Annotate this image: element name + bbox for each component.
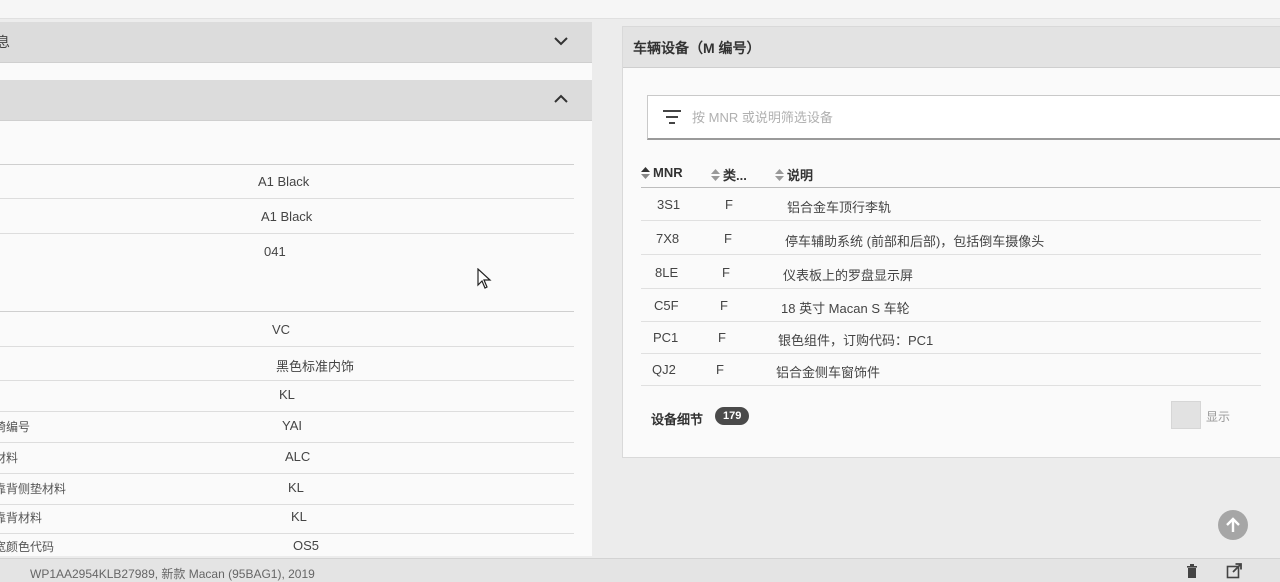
cell-type: F bbox=[720, 298, 728, 313]
filter-icon bbox=[663, 110, 681, 124]
row-label: 材料 bbox=[0, 451, 19, 465]
equipment-filter-input[interactable] bbox=[690, 104, 1254, 130]
mouse-cursor-icon bbox=[477, 268, 492, 289]
cell-mnr: 3S1 bbox=[657, 197, 681, 212]
table-row[interactable]: C5F F 18 英寸 Macan S 车轮 bbox=[641, 289, 1261, 322]
row-value: A1 Black bbox=[261, 209, 313, 224]
accordion-header-colors[interactable] bbox=[0, 80, 592, 121]
table-row[interactable]: 8LE F 仪表板上的罗盘显示屏 bbox=[641, 256, 1261, 289]
table-row: 材料 ALC bbox=[0, 439, 574, 474]
show-toggle[interactable] bbox=[1171, 401, 1201, 429]
table-row[interactable]: PC1 F 银色组件，订购代码：PC1 bbox=[641, 321, 1261, 354]
sort-icon bbox=[641, 166, 650, 179]
accordion-header-info[interactable]: 息 bbox=[0, 22, 592, 63]
cell-mnr: 8LE bbox=[655, 265, 679, 280]
row-label: 靠背侧垫材料 bbox=[0, 482, 67, 496]
vehicle-info-panel: 息 A1 Black A1 Black 041 VC 黑色标准内饰 KL 椅编号… bbox=[0, 22, 592, 556]
table-row: VC bbox=[0, 312, 574, 347]
table-row: A1 Black bbox=[0, 199, 574, 234]
cell-type: F bbox=[718, 330, 726, 345]
row-value: 黑色标准内饰 bbox=[276, 359, 355, 374]
external-link-icon[interactable] bbox=[1226, 563, 1242, 579]
table-row bbox=[0, 130, 574, 165]
column-header-desc[interactable]: 说明 bbox=[775, 165, 813, 184]
column-header-label: MNR bbox=[653, 165, 683, 180]
table-row: KL bbox=[0, 377, 574, 412]
table-row: 黑色标准内饰 bbox=[0, 346, 574, 381]
row-label: 椅编号 bbox=[0, 420, 31, 434]
sort-icon bbox=[775, 168, 784, 181]
scroll-to-top-button[interactable] bbox=[1218, 510, 1248, 540]
equipment-count-badge: 179 bbox=[715, 407, 750, 425]
row-value: KL bbox=[288, 480, 304, 495]
equipment-panel: 车辆设备（M 编号） MNR 类... 说明 bbox=[622, 26, 1280, 458]
chevron-down-icon[interactable] bbox=[552, 32, 570, 50]
row-value: ALC bbox=[285, 449, 311, 464]
arrow-up-icon bbox=[1226, 517, 1240, 532]
equipment-filter[interactable] bbox=[647, 95, 1280, 140]
cell-type: F bbox=[716, 362, 724, 377]
row-value: 041 bbox=[264, 244, 286, 259]
cell-mnr: C5F bbox=[654, 298, 679, 313]
row-label: 宽颜色代码 bbox=[0, 540, 55, 554]
equipment-panel-title: 车辆设备（M 编号） bbox=[633, 40, 761, 56]
table-row[interactable]: 7X8 F 停车辅助系统 (前部和后部)，包括倒车摄像头 bbox=[641, 222, 1261, 255]
table-row: 041 bbox=[0, 234, 574, 268]
table-row: A1 Black bbox=[0, 164, 574, 199]
cell-desc: 仪表板上的罗盘显示屏 bbox=[783, 268, 914, 283]
accordion-title: 息 bbox=[0, 34, 10, 50]
row-value: KL bbox=[279, 387, 295, 402]
column-header-type[interactable]: 类... bbox=[711, 165, 747, 184]
cell-desc: 停车辅助系统 (前部和后部)，包括倒车摄像头 bbox=[785, 234, 1045, 249]
table-row[interactable]: QJ2 F 铝合金侧车窗饰件 bbox=[641, 353, 1261, 386]
cell-desc: 18 英寸 Macan S 车轮 bbox=[781, 301, 910, 316]
row-value: VC bbox=[272, 322, 291, 337]
row-value: KL bbox=[291, 509, 307, 524]
cell-mnr: QJ2 bbox=[652, 362, 676, 377]
row-value: OS5 bbox=[293, 538, 320, 553]
table-row: 宽颜色代码 OS5 bbox=[0, 528, 574, 562]
row-label: 靠背材料 bbox=[0, 511, 43, 525]
column-header-label: 类... bbox=[723, 168, 747, 183]
cell-type: F bbox=[722, 265, 730, 280]
top-bar bbox=[0, 0, 1280, 19]
column-header-label: 说明 bbox=[787, 168, 814, 183]
page: 息 A1 Black A1 Black 041 VC 黑色标准内饰 KL 椅编号… bbox=[0, 0, 1280, 582]
column-header-mnr[interactable]: MNR bbox=[641, 165, 683, 180]
chevron-up-icon[interactable] bbox=[552, 90, 570, 108]
table-row[interactable]: 3S1 F 铝合金车顶行李轨 bbox=[641, 188, 1261, 221]
cell-desc: 铝合金侧车窗饰件 bbox=[776, 365, 881, 380]
status-bar: WP1AA2954KLB27989, 新款 Macan (95BAG1), 20… bbox=[0, 558, 1280, 582]
vehicle-vin-text: WP1AA2954KLB27989, 新款 Macan (95BAG1), 20… bbox=[30, 567, 315, 581]
trash-icon[interactable] bbox=[1184, 563, 1200, 579]
equipment-details-label: 设备细节 bbox=[651, 412, 704, 427]
cell-desc: 银色组件，订购代码：PC1 bbox=[778, 333, 934, 348]
table-row: 椅编号 YAI bbox=[0, 408, 574, 443]
equipment-panel-header: 车辆设备（M 编号） bbox=[623, 27, 1280, 68]
row-value: YAI bbox=[282, 418, 302, 433]
cell-type: F bbox=[725, 197, 733, 212]
row-value: A1 Black bbox=[258, 174, 310, 189]
cell-type: F bbox=[724, 231, 732, 246]
sort-icon bbox=[711, 168, 720, 181]
show-toggle-label: 显示 bbox=[1206, 410, 1231, 424]
cell-desc: 铝合金车顶行李轨 bbox=[787, 200, 892, 215]
cell-mnr: 7X8 bbox=[656, 231, 680, 246]
cell-mnr: PC1 bbox=[653, 330, 679, 345]
